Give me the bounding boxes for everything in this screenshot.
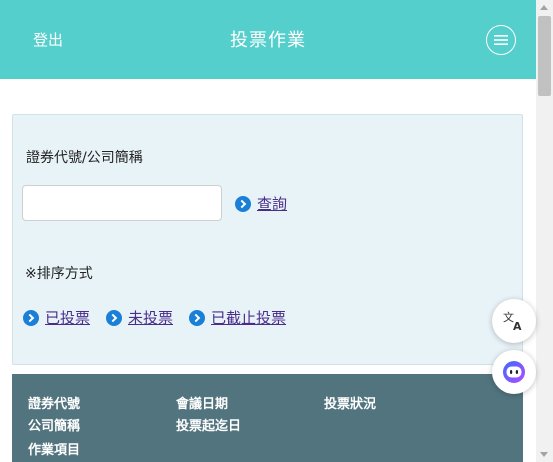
security-code-label: 證券代號/公司簡稱 <box>26 150 143 166</box>
security-code-input[interactable] <box>22 185 222 221</box>
hamburger-menu-icon <box>494 35 508 45</box>
app-header: 登出 投票作業 <box>0 0 536 79</box>
chevron-right-circle-icon <box>23 309 39 326</box>
column-header-vote-period: 投票起迄日 <box>176 419 242 434</box>
chevron-right-circle-icon <box>235 195 251 212</box>
chevron-right-circle-icon <box>106 309 122 326</box>
sort-closed-label: 已截止投票 <box>211 309 287 327</box>
translate-icon: 文 A <box>503 310 522 333</box>
assistant-bot-icon <box>503 361 525 383</box>
page: 登出 投票作業 證券代號/公司簡稱 查詢 ※排序方式 已投票 未投票 已截止投票… <box>0 0 553 462</box>
chevron-right-circle-icon <box>189 309 205 326</box>
sort-closed-link[interactable]: 已截止投票 <box>189 307 286 328</box>
column-header-vote-status: 投票狀況 <box>324 397 377 412</box>
sort-voted-link[interactable]: 已投票 <box>23 307 90 328</box>
search-panel: 證券代號/公司簡稱 查詢 ※排序方式 已投票 未投票 已截止投票 <box>12 114 523 365</box>
sort-label: ※排序方式 <box>25 266 93 282</box>
scroll-down-arrow-icon[interactable] <box>540 452 548 457</box>
page-scrollbar[interactable] <box>536 0 553 462</box>
sort-unvoted-link[interactable]: 未投票 <box>106 307 173 328</box>
svg-text:A: A <box>513 320 522 333</box>
sort-unvoted-label: 未投票 <box>128 309 174 327</box>
query-link-label: 查詢 <box>257 195 288 213</box>
column-header-company-name: 公司簡稱 <box>28 419 81 434</box>
scroll-thumb[interactable] <box>538 16 551 96</box>
sort-voted-label: 已投票 <box>45 309 91 327</box>
page-title: 投票作業 <box>230 30 306 51</box>
results-table-header: 證券代號 會議日期 投票狀況 公司簡稱 投票起迄日 作業項目 <box>12 374 523 462</box>
column-header-security-code: 證券代號 <box>28 397 81 412</box>
menu-button[interactable] <box>486 25 516 55</box>
scroll-up-arrow-icon[interactable] <box>540 5 548 10</box>
assistant-button[interactable] <box>492 350 536 394</box>
query-link[interactable]: 查詢 <box>235 193 287 214</box>
column-header-meeting-date: 會議日期 <box>176 397 229 412</box>
translate-button[interactable]: 文 A <box>492 299 536 343</box>
column-header-work-items: 作業項目 <box>28 443 81 458</box>
